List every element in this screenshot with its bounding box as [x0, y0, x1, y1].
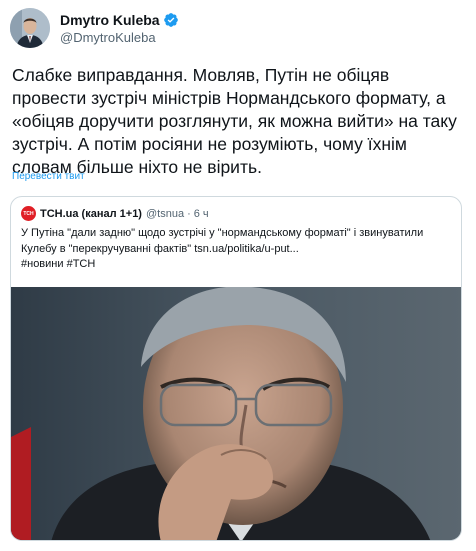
translate-tweet-link[interactable]: Перевести твит: [12, 171, 85, 182]
author-names: Dmytro Kuleba @DmytroKuleba: [60, 11, 179, 46]
quoted-tweet[interactable]: ТСН TCH.ua (канал 1+1) @tsnua · 6 ч У Пу…: [10, 196, 462, 541]
tsn-logo-text: ТСН: [23, 210, 34, 217]
quoted-text-body: У Путіна "дали задню" щодо зустрічі у "н…: [21, 227, 424, 255]
quoted-hashtags[interactable]: #новини #ТСН: [21, 258, 95, 270]
name-line: Dmytro Kuleba: [60, 11, 179, 29]
author-avatar[interactable]: [10, 8, 50, 48]
avatar-photo: [10, 8, 50, 48]
quoted-author-handle[interactable]: @tsnua: [146, 208, 184, 220]
tweet-text: Слабке виправдання. Мовляв, Путін не обі…: [12, 65, 457, 177]
author-display-name[interactable]: Dmytro Kuleba: [60, 11, 160, 29]
quoted-timestamp[interactable]: 6 ч: [194, 208, 209, 220]
quoted-tweet-photo[interactable]: [11, 287, 461, 540]
quoted-tweet-header: ТСН TCH.ua (канал 1+1) @tsnua · 6 ч: [21, 206, 209, 221]
dot-separator: ·: [187, 207, 191, 220]
quoted-author-name[interactable]: TCH.ua (канал 1+1): [40, 208, 142, 220]
quoted-tweet-text: У Путіна "дали задню" щодо зустрічі у "н…: [21, 226, 451, 273]
quoted-author-avatar[interactable]: ТСН: [21, 206, 36, 221]
author-handle[interactable]: @DmytroKuleba: [60, 29, 179, 46]
verified-badge-icon: [163, 12, 178, 27]
tweet[interactable]: Dmytro Kuleba @DmytroKuleba Слабке випра…: [0, 0, 476, 551]
tweet-author: Dmytro Kuleba @DmytroKuleba: [10, 8, 179, 48]
portrait-photo: [11, 287, 461, 540]
